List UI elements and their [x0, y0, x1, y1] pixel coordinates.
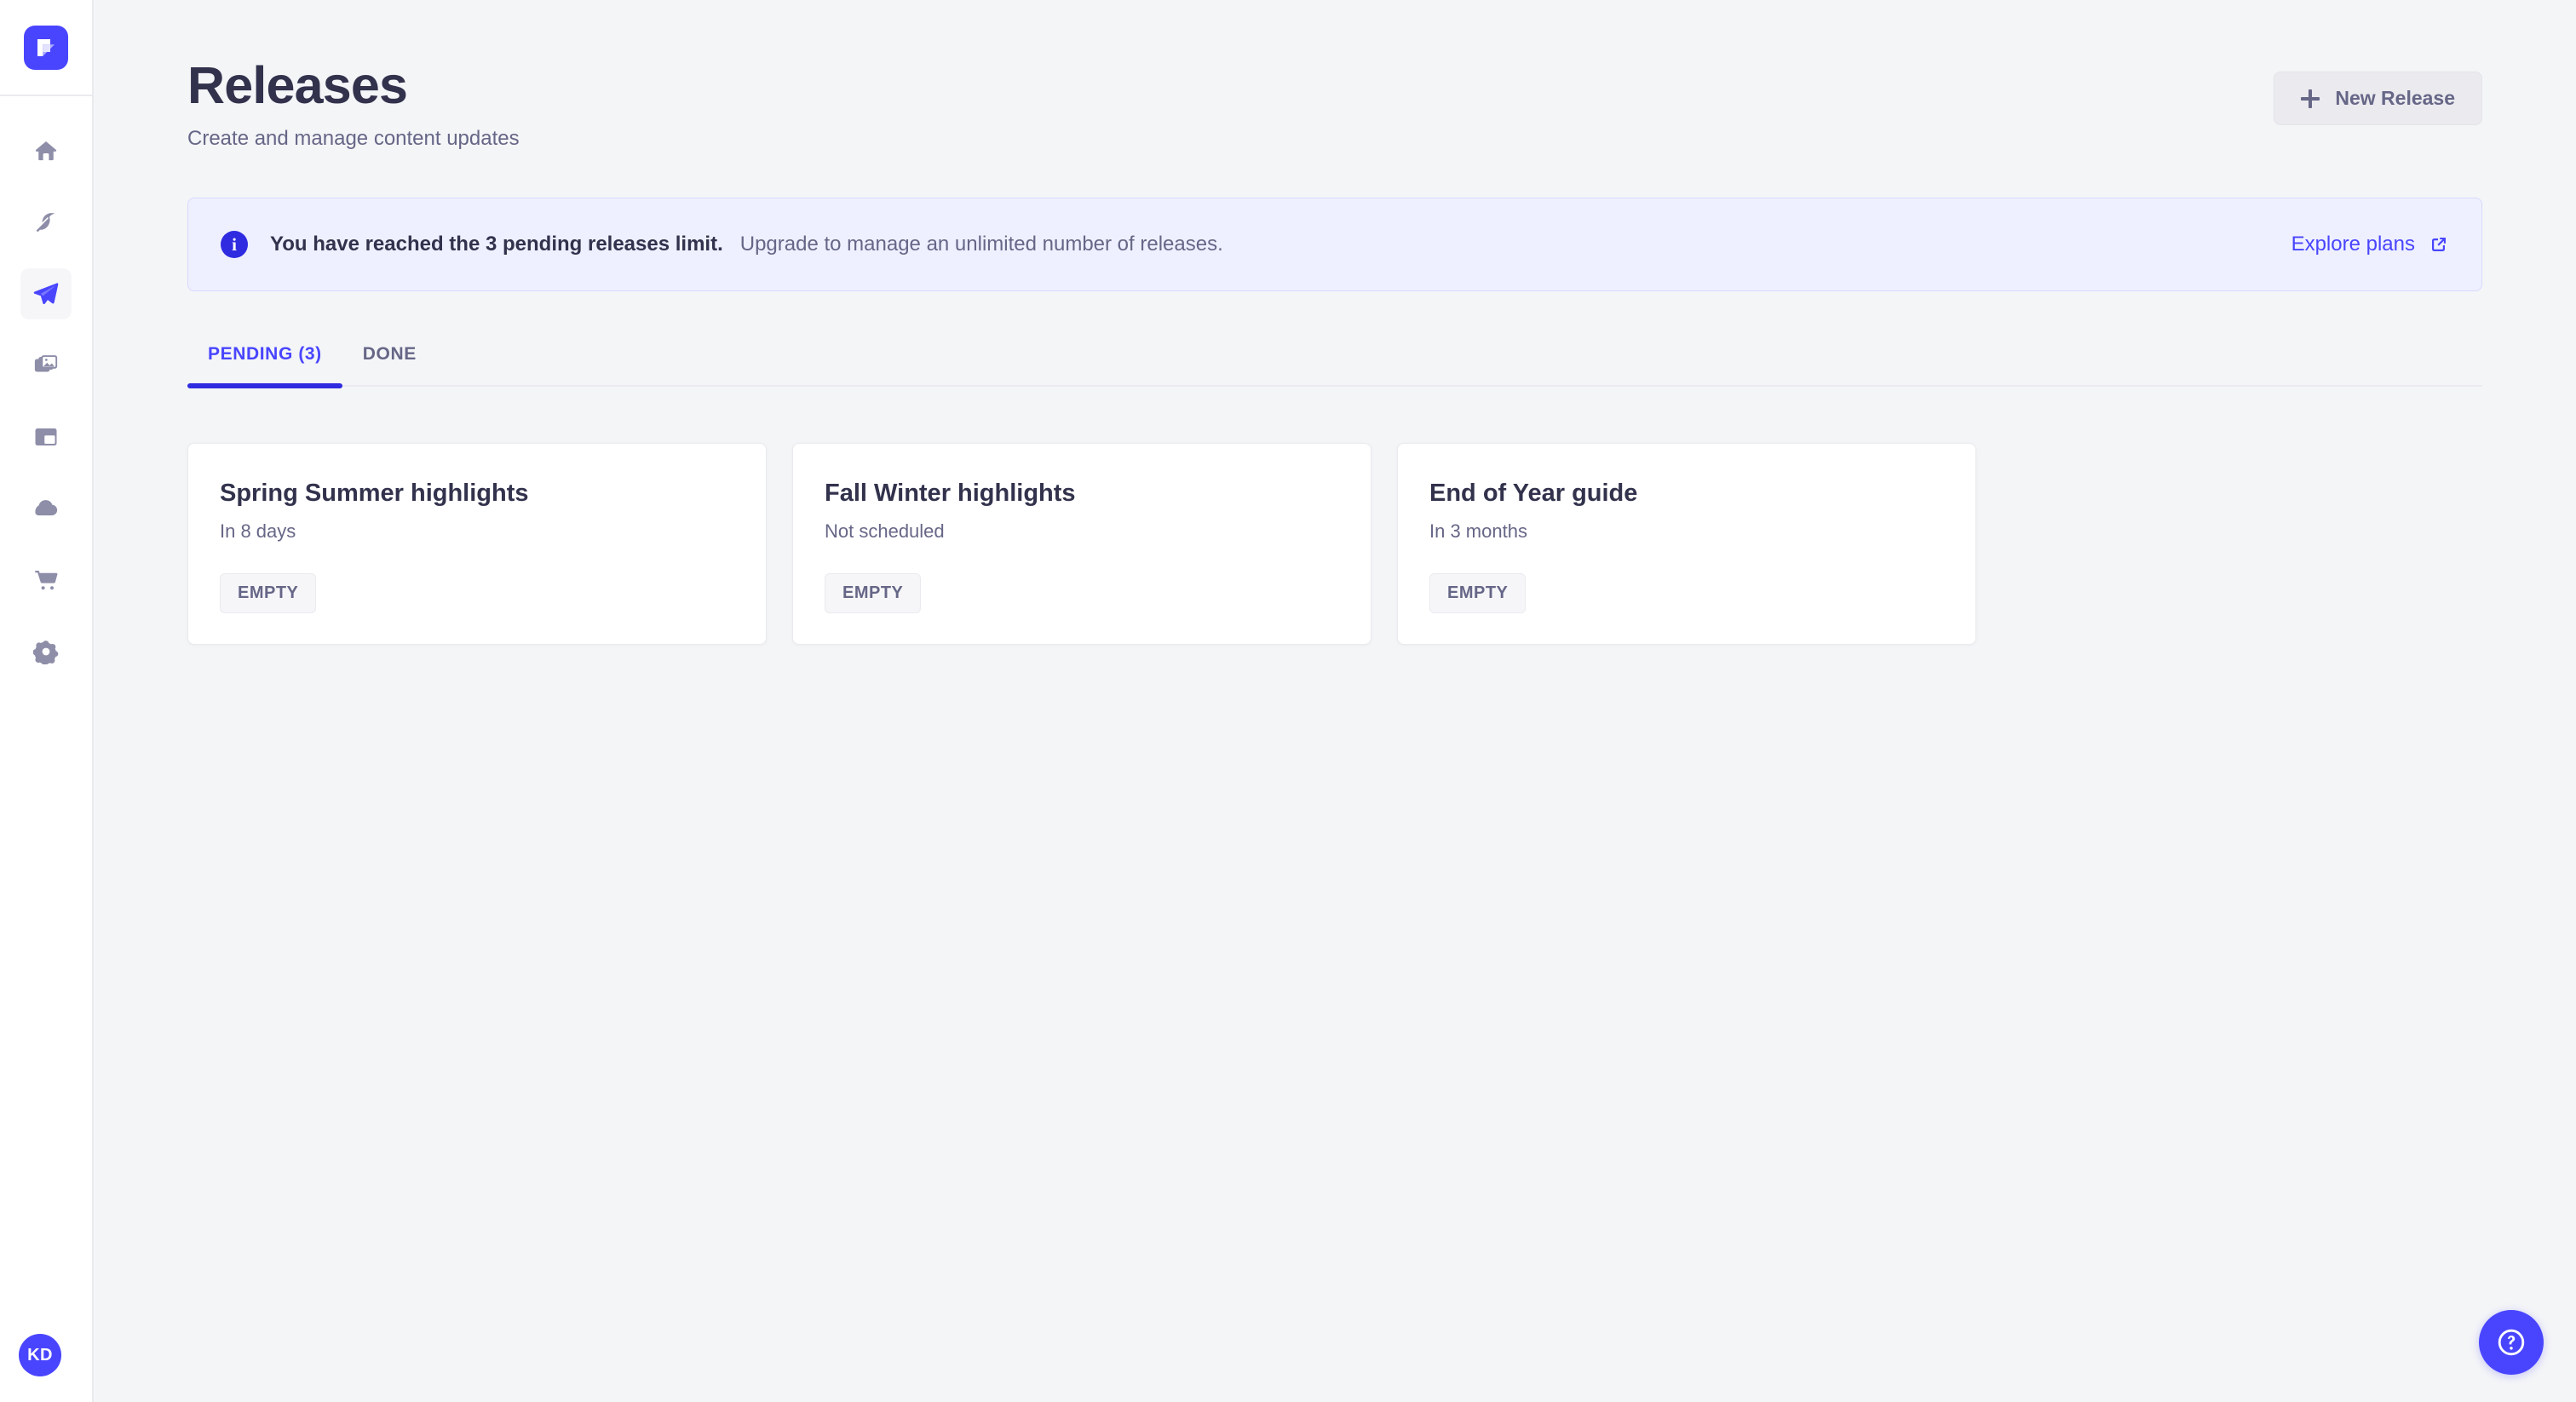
gear-icon — [33, 639, 59, 664]
avatar[interactable]: KD — [19, 1334, 61, 1376]
sidebar-item-home[interactable] — [20, 125, 72, 176]
sidebar-nav — [0, 125, 92, 677]
tab-pending[interactable]: PENDING (3) — [187, 344, 342, 387]
page-header-text: Releases Create and manage content updat… — [187, 58, 520, 152]
tab-done[interactable]: DONE — [342, 344, 437, 387]
sidebar-brand[interactable] — [0, 0, 92, 96]
plus-icon — [2301, 89, 2320, 108]
limit-banner-text: You have reached the 3 pending releases … — [270, 233, 2269, 256]
release-card[interactable]: End of Year guide In 3 months EMPTY — [1397, 443, 1976, 645]
limit-banner-description: Upgrade to manage an unlimited number of… — [740, 233, 1223, 256]
content-wrapper: Releases Create and manage content updat… — [94, 0, 2576, 645]
home-icon — [33, 138, 59, 164]
sidebar-item-cloud[interactable] — [20, 483, 72, 534]
release-card-list: Spring Summer highlights In 8 days EMPTY… — [187, 443, 2482, 645]
sidebar-item-content-manager[interactable] — [20, 197, 72, 248]
tabs: PENDING (3) DONE — [187, 344, 2482, 387]
new-release-button-label: New Release — [2335, 87, 2455, 110]
help-button[interactable] — [2479, 1310, 2544, 1375]
limit-banner: i You have reached the 3 pending release… — [187, 198, 2482, 291]
release-card-title: Fall Winter highlights — [825, 479, 1339, 509]
page-header: Releases Create and manage content updat… — [187, 0, 2482, 152]
external-link-icon — [2429, 234, 2449, 255]
info-icon: i — [221, 231, 248, 258]
sidebar: KD — [0, 0, 94, 1402]
tab-done-label: DONE — [363, 344, 417, 364]
question-mark-circle-icon — [2496, 1327, 2527, 1358]
release-card-status-badge: EMPTY — [825, 573, 921, 613]
feather-icon — [33, 210, 59, 235]
main-content: Releases Create and manage content updat… — [94, 0, 2576, 1402]
explore-plans-link[interactable]: Explore plans — [2291, 233, 2449, 256]
cloud-icon — [33, 496, 59, 521]
layout-icon — [33, 424, 59, 450]
release-card-schedule: In 8 days — [220, 520, 734, 543]
tab-pending-label: PENDING (3) — [208, 344, 322, 364]
new-release-button[interactable]: New Release — [2274, 72, 2482, 125]
release-card[interactable]: Spring Summer highlights In 8 days EMPTY — [187, 443, 767, 645]
avatar-initials: KD — [27, 1346, 53, 1365]
sidebar-item-marketplace[interactable] — [20, 554, 72, 606]
sidebar-item-content-type-builder[interactable] — [20, 411, 72, 463]
release-card-status-badge: EMPTY — [220, 573, 316, 613]
release-card[interactable]: Fall Winter highlights Not scheduled EMP… — [792, 443, 1371, 645]
info-icon-glyph: i — [232, 234, 237, 256]
release-card-title: End of Year guide — [1429, 479, 1944, 509]
sidebar-item-settings[interactable] — [20, 626, 72, 677]
page-title: Releases — [187, 58, 520, 113]
sidebar-item-releases[interactable] — [20, 268, 72, 319]
images-icon — [33, 353, 59, 378]
release-card-schedule: In 3 months — [1429, 520, 1944, 543]
shopping-cart-icon — [33, 567, 59, 593]
explore-plans-label: Explore plans — [2291, 233, 2415, 256]
sidebar-item-media-library[interactable] — [20, 340, 72, 391]
release-card-title: Spring Summer highlights — [220, 479, 734, 509]
limit-banner-headline: You have reached the 3 pending releases … — [270, 233, 723, 256]
release-card-status-badge: EMPTY — [1429, 573, 1526, 613]
paper-plane-icon — [32, 280, 60, 307]
strapi-logo-icon — [24, 26, 68, 70]
page-subtitle: Create and manage content updates — [187, 125, 520, 152]
release-card-schedule: Not scheduled — [825, 520, 1339, 543]
app-root: KD Releases Create and manage content up… — [0, 0, 2576, 1402]
